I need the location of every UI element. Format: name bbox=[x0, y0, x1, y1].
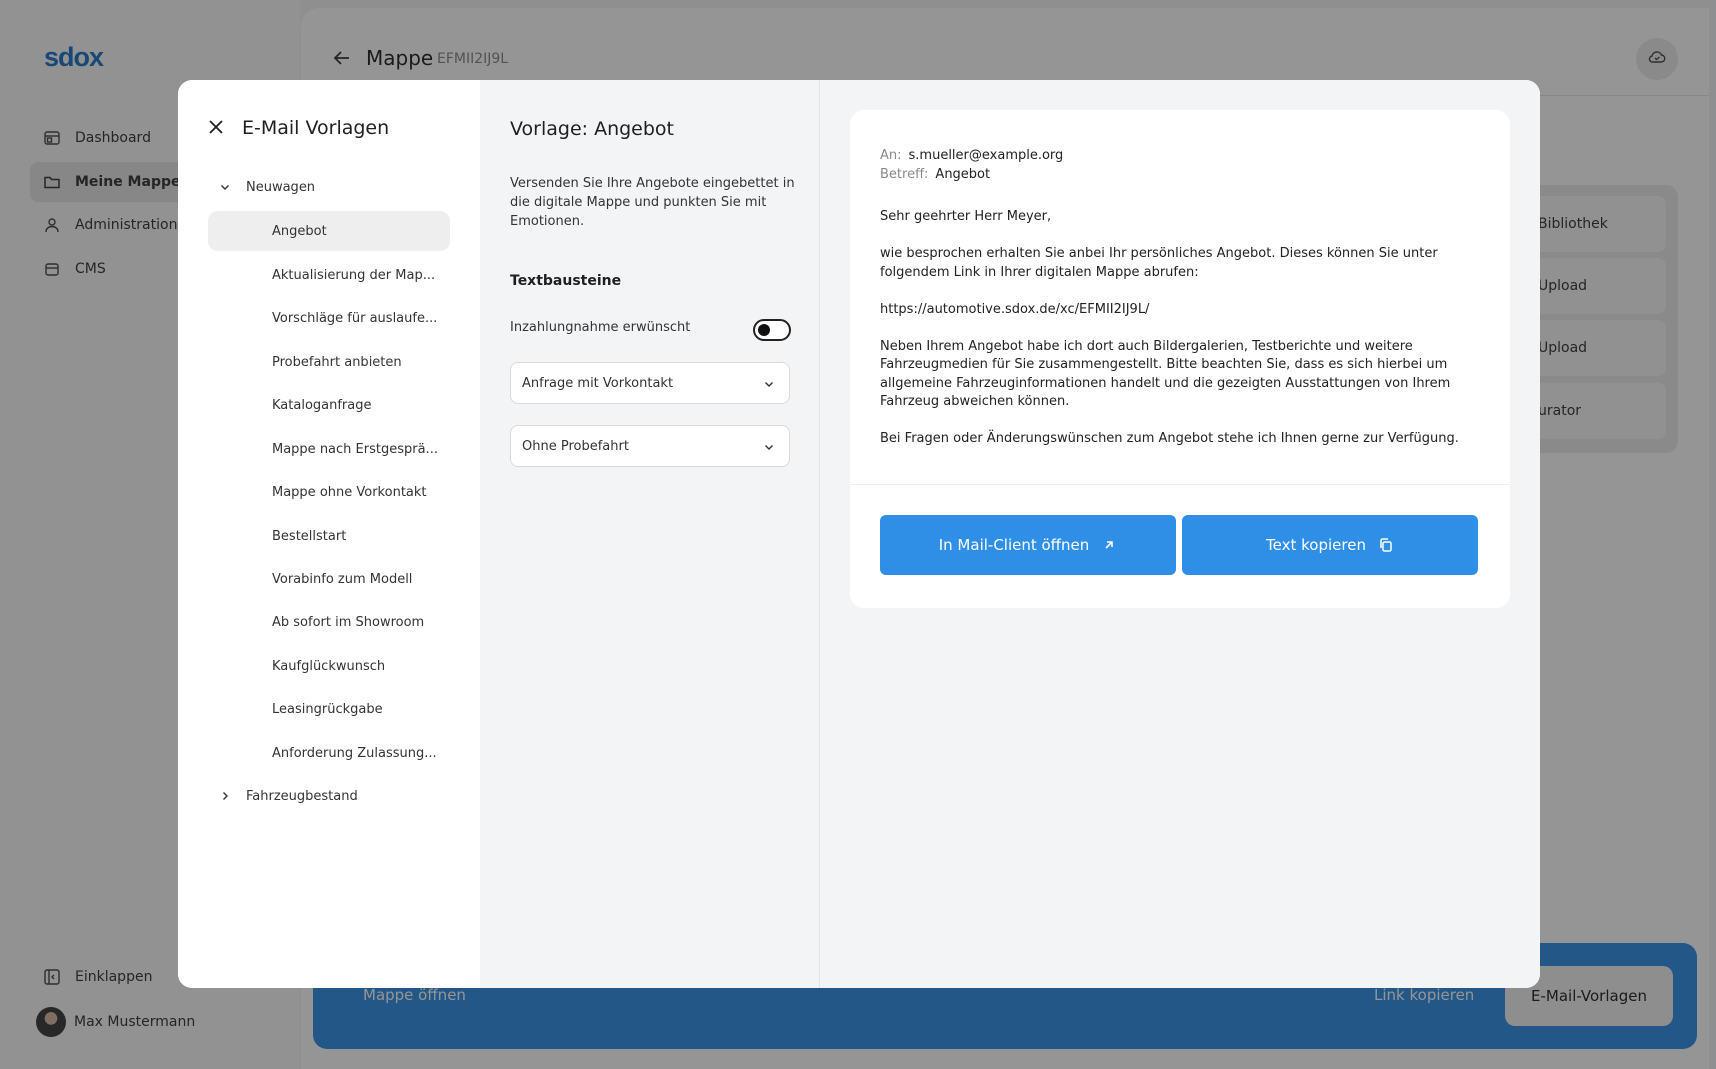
modal-title: E-Mail Vorlagen bbox=[242, 117, 390, 139]
template-item[interactable]: Ab sofort im Showroom bbox=[208, 602, 450, 642]
email-body: Sehr geehrter Herr Meyer, wie besprochen… bbox=[880, 209, 1459, 446]
template-item[interactable]: Leasingrückgabe bbox=[208, 689, 450, 729]
card-divider bbox=[850, 484, 1510, 485]
template-item[interactable]: Kaufglückwunsch bbox=[208, 646, 450, 686]
chevron-right-icon bbox=[218, 789, 232, 803]
template-item[interactable]: Probefahrt anbieten bbox=[208, 342, 450, 382]
chevron-down-icon bbox=[763, 378, 775, 390]
subject-value: Angebot bbox=[935, 167, 991, 182]
template-item[interactable]: Mappe ohne Vorkontakt bbox=[208, 472, 450, 512]
chevron-down-icon bbox=[763, 441, 775, 453]
email-preview-panel: An: s.mueller@example.org Betreff: Angebot… bbox=[820, 80, 1540, 988]
template-item[interactable]: Bestellstart bbox=[208, 516, 450, 556]
copy-icon bbox=[1378, 537, 1394, 553]
template-item[interactable]: Anforderung Zulassung... bbox=[208, 733, 450, 773]
select-value: Ohne Probefahrt bbox=[522, 438, 629, 454]
trade-in-toggle[interactable] bbox=[753, 319, 791, 341]
template-description: Versenden Sie Ihre Angebote eingebettet … bbox=[510, 176, 795, 229]
group-label: Fahrzeugbestand bbox=[246, 788, 358, 804]
select-value: Anfrage mit Vorkontakt bbox=[522, 375, 674, 391]
external-link-icon bbox=[1101, 537, 1117, 553]
template-item[interactable]: Vorabinfo zum Modell bbox=[208, 559, 450, 599]
template-item[interactable]: Aktualisierung der Map... bbox=[208, 255, 450, 295]
template-item-angebot[interactable]: Angebot bbox=[208, 211, 450, 251]
template-item[interactable]: Vorschläge für auslaufe... bbox=[208, 298, 450, 338]
email-subject: Betreff: Angebot bbox=[880, 167, 990, 182]
group-label: Neuwagen bbox=[246, 179, 316, 195]
group-fahrzeugbestand[interactable]: Fahrzeugbestand bbox=[218, 783, 358, 809]
toggle-knob bbox=[758, 324, 770, 336]
contact-select[interactable]: Anfrage mit Vorkontakt bbox=[510, 362, 790, 404]
template-item[interactable]: Mappe nach Erstgesprä... bbox=[208, 429, 450, 469]
template-settings-panel: Vorlage: Angebot Versenden Sie Ihre Ange… bbox=[480, 80, 820, 988]
subject-label: Betreff: bbox=[880, 167, 929, 182]
to-label: An: bbox=[880, 148, 902, 163]
chevron-down-icon bbox=[218, 180, 232, 194]
textbausteine-heading: Textbausteine bbox=[510, 273, 622, 289]
email-preview-card: An: s.mueller@example.org Betreff: Angebot… bbox=[850, 110, 1510, 608]
toggle-label: Inzahlungnahme erwünscht bbox=[510, 320, 691, 335]
button-label: Text kopieren bbox=[1266, 536, 1366, 554]
template-list-panel: E-Mail Vorlagen Neuwagen Angebot Aktuali… bbox=[178, 80, 480, 988]
template-item[interactable]: Kataloganfrage bbox=[208, 385, 450, 425]
email-to: An: s.mueller@example.org bbox=[880, 148, 1063, 163]
copy-text-button[interactable]: Text kopieren bbox=[1182, 515, 1478, 575]
close-icon[interactable] bbox=[206, 117, 226, 137]
group-neuwagen[interactable]: Neuwagen bbox=[218, 174, 315, 200]
test-drive-select[interactable]: Ohne Probefahrt bbox=[510, 425, 790, 467]
open-mail-client-button[interactable]: In Mail-Client öffnen bbox=[880, 515, 1176, 575]
template-title: Vorlage: Angebot bbox=[510, 118, 674, 140]
button-label: In Mail-Client öffnen bbox=[938, 536, 1090, 554]
to-value: s.mueller@example.org bbox=[908, 148, 1064, 163]
email-templates-modal: E-Mail Vorlagen Neuwagen Angebot Aktuali… bbox=[178, 80, 1540, 988]
